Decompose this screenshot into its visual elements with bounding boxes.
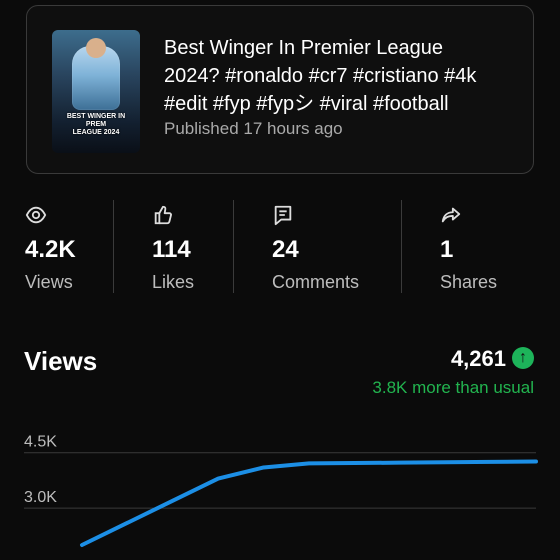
views-trend-text: 3.8K more than usual xyxy=(372,378,534,397)
thumbnail-overlay-text: BEST WINGER IN PREM LEAGUE 2024 xyxy=(56,113,136,137)
y-tick-label: 4.5K xyxy=(24,434,57,451)
stat-comments-value: 24 xyxy=(272,236,299,263)
video-analytics-screen: BEST WINGER IN PREM LEAGUE 2024 Best Win… xyxy=(0,0,560,560)
stat-views-value: 4.2K xyxy=(25,236,76,263)
views-series-line xyxy=(80,459,538,547)
stat-divider xyxy=(401,200,402,293)
stat-likes-label: Likes xyxy=(152,272,195,292)
eye-icon xyxy=(25,206,47,224)
stat-likes-value: 114 xyxy=(152,236,191,263)
comment-icon xyxy=(274,205,292,226)
arrow-up-icon: ↑ xyxy=(512,347,534,369)
stat-divider xyxy=(233,200,234,293)
stat-views-label: Views xyxy=(25,272,73,292)
stats-row: 4.2K Views 114 Likes 24 Comments 1 Share… xyxy=(0,200,560,295)
published-time: Published 17 hours ago xyxy=(164,119,343,138)
y-tick-label: 3.0K xyxy=(24,489,57,506)
views-section-title: Views xyxy=(24,346,98,376)
stat-comments-label: Comments xyxy=(272,272,360,292)
video-title[interactable]: Best Winger In Premier League 2024? #ron… xyxy=(164,34,514,118)
stat-shares-value: 1 xyxy=(440,236,454,263)
thumb-up-icon xyxy=(154,205,172,225)
share-icon xyxy=(441,207,461,223)
thumbnail-overlay-line2: LEAGUE 2024 xyxy=(72,129,120,136)
video-card[interactable]: BEST WINGER IN PREM LEAGUE 2024 Best Win… xyxy=(26,5,534,174)
views-total: 4,261 xyxy=(450,346,506,371)
stat-divider xyxy=(113,200,114,293)
views-chart: 4.5K 3.0K xyxy=(24,434,538,547)
thumbnail-overlay-line1: BEST WINGER IN PREM xyxy=(66,113,126,128)
player-head xyxy=(86,38,106,58)
stat-shares-label: Shares xyxy=(440,272,498,292)
video-thumbnail[interactable]: BEST WINGER IN PREM LEAGUE 2024 xyxy=(52,30,140,153)
